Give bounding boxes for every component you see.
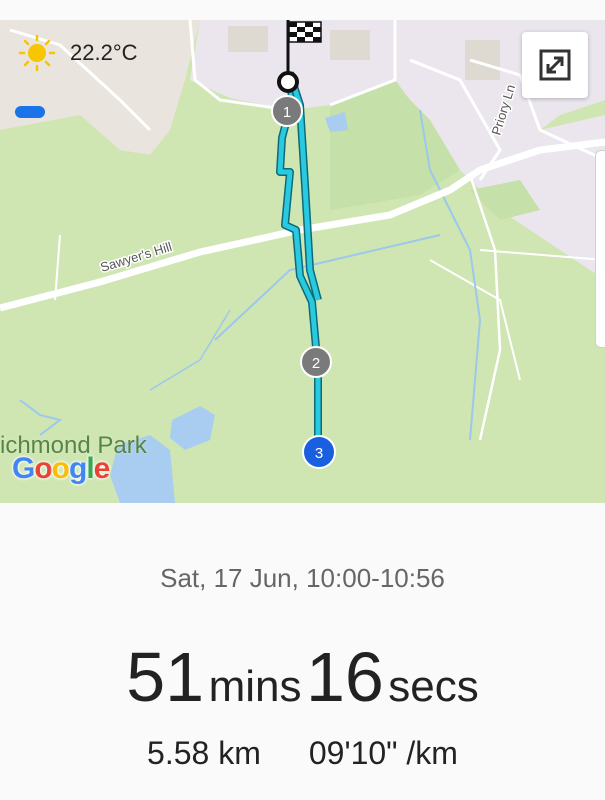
duration-seconds: 16 (305, 638, 384, 716)
svg-text:2: 2 (312, 355, 320, 372)
workout-detail-screen: ichmond Park Sawyer's Hill Priory Ln 1 2… (0, 0, 605, 800)
split-marker-1[interactable]: 1 (271, 95, 303, 127)
svg-text:3: 3 (315, 445, 323, 462)
top-strip (0, 0, 605, 20)
sun-icon (18, 34, 56, 72)
temperature-label: 22.2°C (70, 40, 138, 65)
workout-summary: Sat, 17 Jun, 10:00-10:56 51 mins 16 secs… (0, 503, 605, 800)
side-panel-handle[interactable] (595, 150, 605, 348)
map-label-priory-ln: Priory Ln (489, 83, 519, 137)
expand-icon (539, 49, 571, 81)
split-marker-2[interactable]: 2 (300, 346, 332, 378)
start-marker-icon (277, 71, 299, 93)
svg-text:1: 1 (283, 104, 291, 121)
status-pill (15, 106, 45, 118)
workout-duration: 51 mins 16 secs (0, 637, 605, 717)
workout-date-time: Sat, 17 Jun, 10:00-10:56 (160, 563, 445, 593)
expand-map-button[interactable] (522, 32, 588, 98)
duration-seconds-unit: secs (388, 662, 479, 711)
checkered-flag-icon (286, 20, 322, 72)
map-overlay: Sawyer's Hill Priory Ln 1 2 3 (97, 20, 520, 469)
distance-pace-line: 5.58 km 09'10" /km (0, 735, 605, 772)
google-attribution-logo: Google (12, 452, 110, 485)
duration-minutes-unit: mins (208, 662, 302, 711)
route-map[interactable]: ichmond Park Sawyer's Hill Priory Ln 1 2… (0, 20, 605, 503)
map-label-sawyers-hill: Sawyer's Hill (98, 239, 173, 275)
duration-minutes: 51 (126, 638, 205, 716)
end-marker-3[interactable]: 3 (302, 435, 336, 469)
workout-distance: 5.58 km (147, 735, 261, 771)
workout-pace: 09'10" /km (308, 735, 458, 771)
weather-widget: 22.2°C (18, 34, 138, 72)
